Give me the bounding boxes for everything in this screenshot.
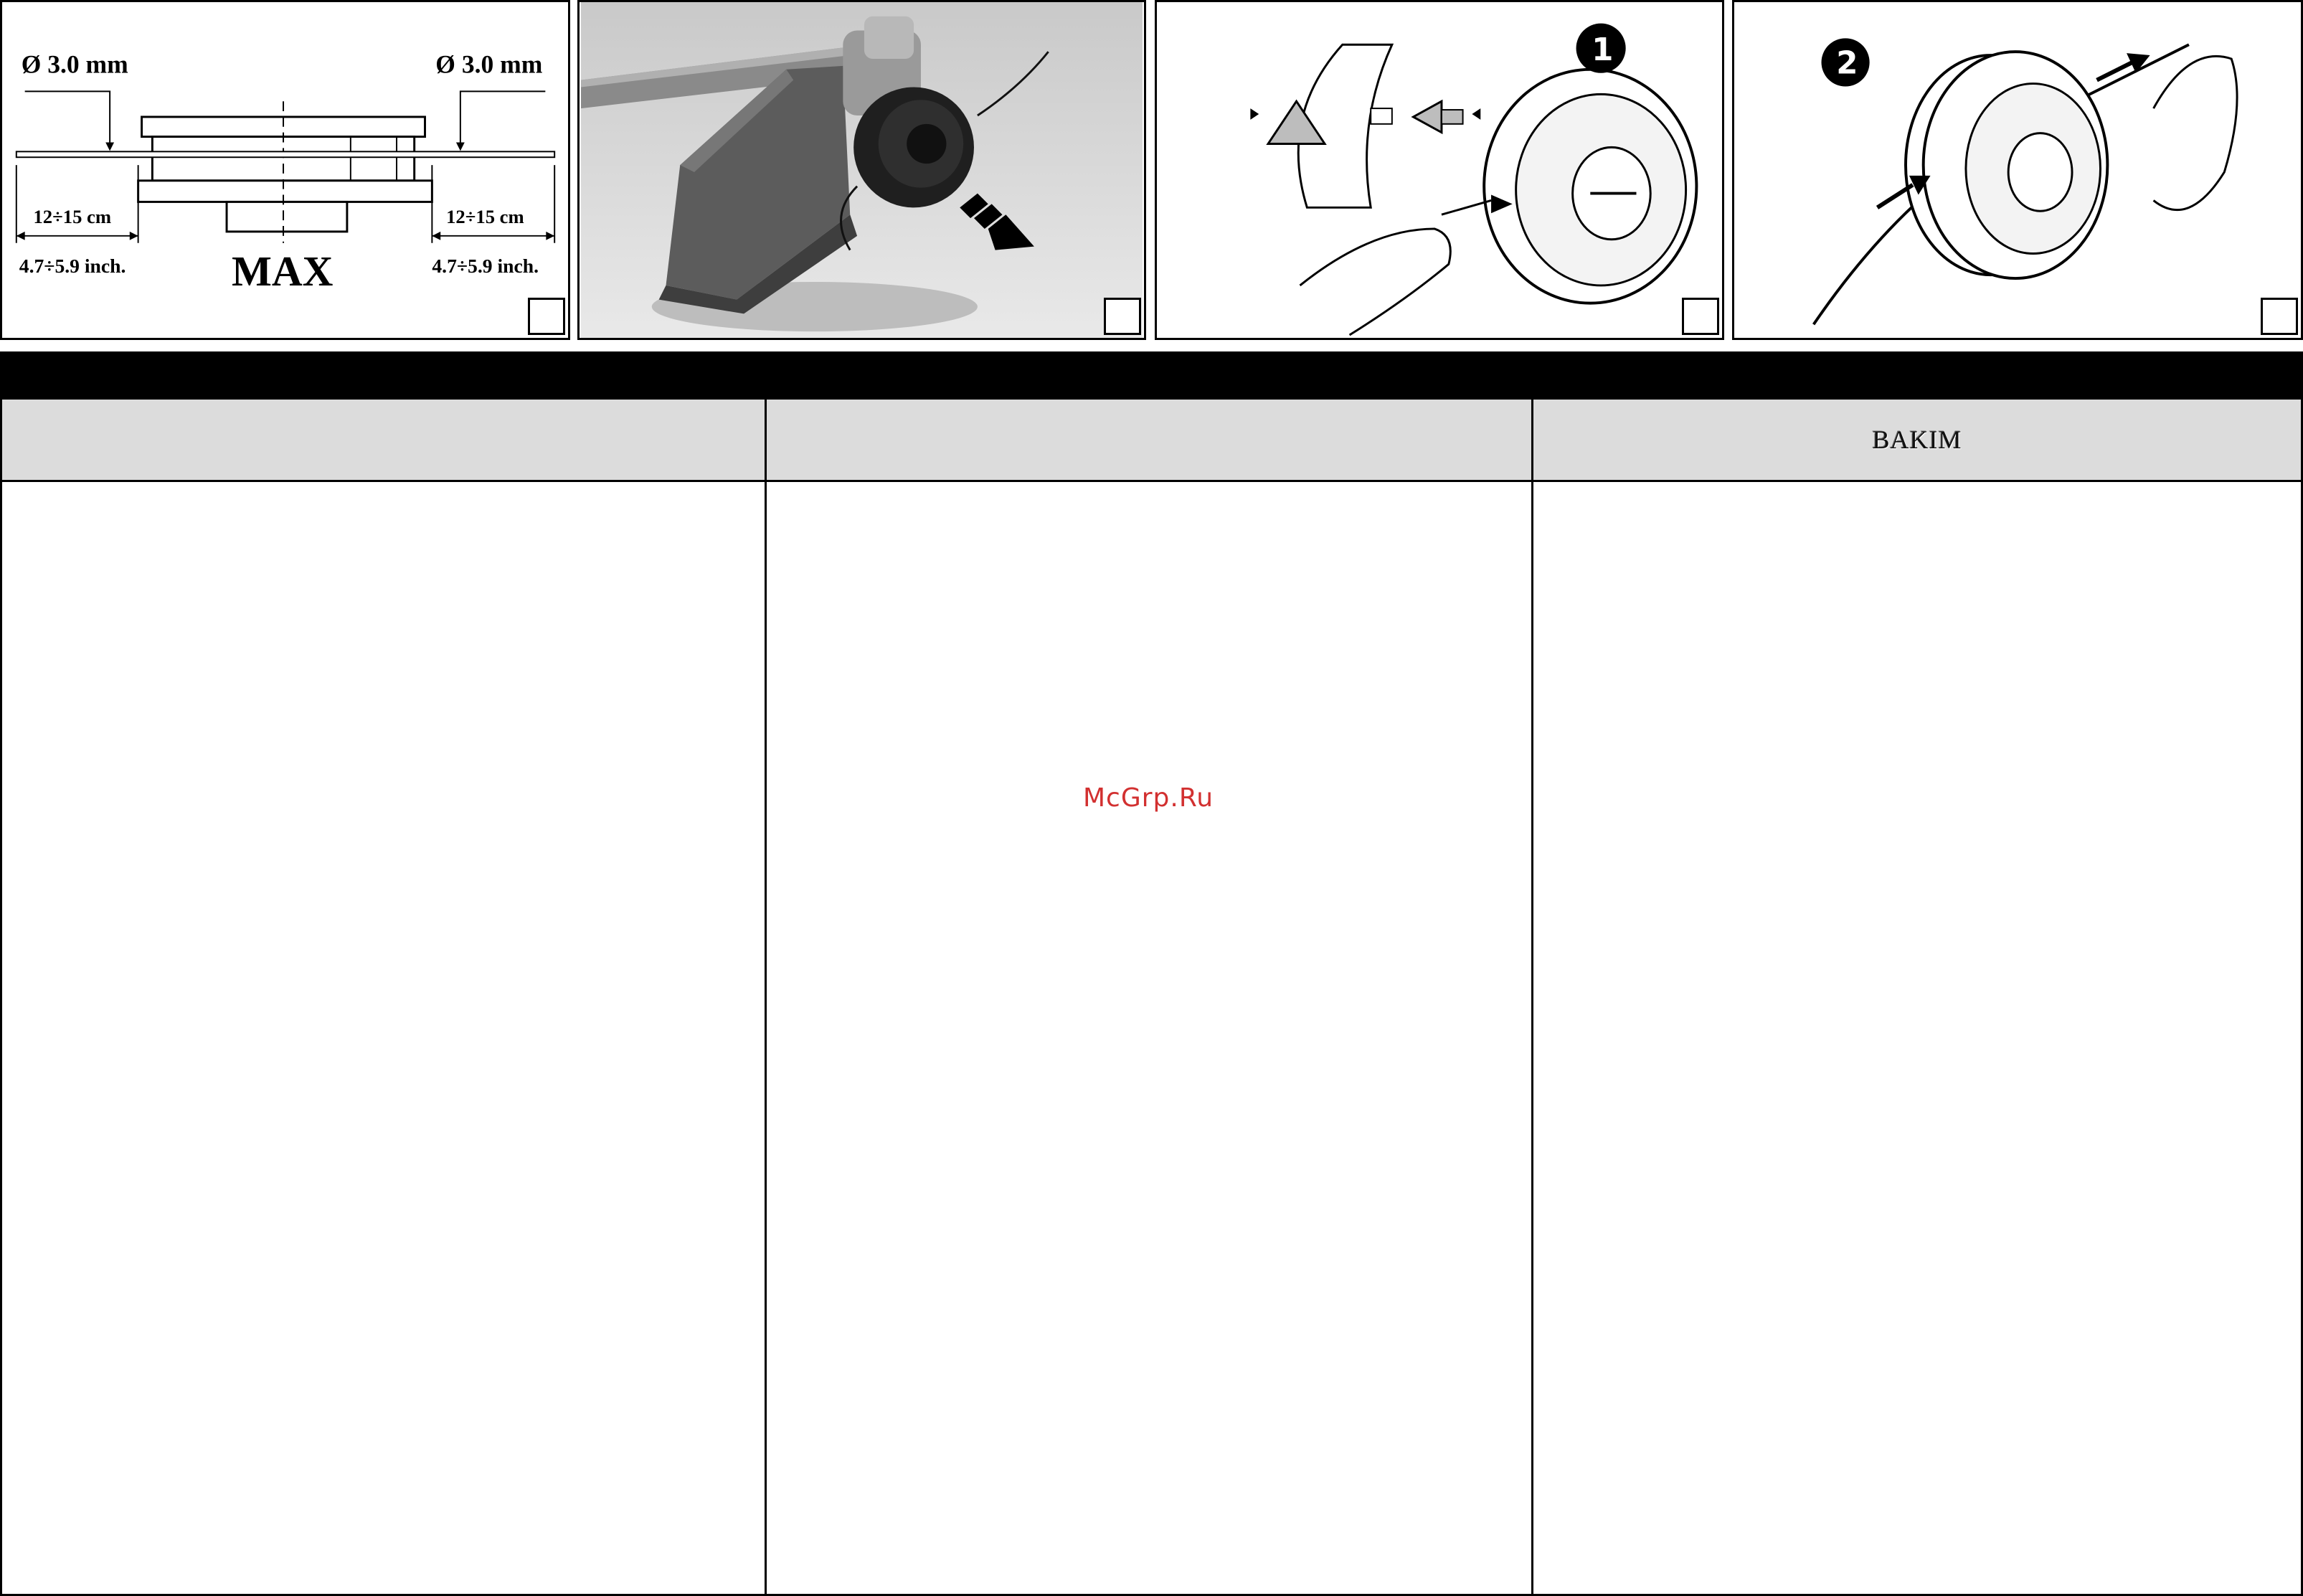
right-length-inch-label: 4.7÷5.9 inch. (432, 255, 539, 277)
figure-number-box (528, 298, 565, 335)
figure-line-length-diagram: Ø 3.0 mm Ø 3.0 mm 12÷15 cm 12÷15 cm 4.7÷… (0, 0, 570, 340)
left-length-inch-label: 4.7÷5.9 inch. (19, 255, 126, 277)
column-subtitle-band (2, 400, 765, 482)
line-threading-drawing: 2 (1812, 38, 2238, 326)
figure-step-1-illustration: 1 (1155, 0, 1724, 340)
column-header-bar (767, 354, 1531, 400)
trimmer-head-photo-drawing (581, 2, 1143, 338)
max-label: MAX (232, 247, 334, 295)
spool-alignment-drawing: 1 (1250, 23, 1698, 336)
figure-number-box (1682, 298, 1719, 335)
text-column-2 (765, 351, 1533, 1596)
watermark-text: McGrp.Ru (1083, 783, 1214, 813)
step-number: 1 (1592, 32, 1613, 68)
figure-number-box (1104, 298, 1141, 335)
figure-number-box (2261, 298, 2298, 335)
figure-trimmer-head-photo (577, 0, 1146, 340)
column-subtitle-band (767, 400, 1531, 482)
left-length-cm-label: 12÷15 cm (33, 206, 111, 227)
column-header-bar (1533, 354, 2301, 400)
step-number: 2 (1836, 46, 1858, 82)
right-diameter-label: Ø 3.0 mm (435, 50, 542, 79)
spool-cross-section-drawing: Ø 3.0 mm Ø 3.0 mm 12÷15 cm 12÷15 cm 4.7÷… (15, 50, 556, 295)
column-header-bar (2, 354, 765, 400)
column-subtitle: BAKIM (1872, 425, 1962, 454)
text-column-1 (0, 351, 767, 1596)
figure-step-2-illustration: 2 (1732, 0, 2303, 340)
column-subtitle-band: BAKIM (1533, 400, 2301, 482)
left-diameter-label: Ø 3.0 mm (22, 50, 128, 79)
text-column-3: BAKIM (1531, 351, 2303, 1596)
right-length-cm-label: 12÷15 cm (446, 206, 524, 227)
